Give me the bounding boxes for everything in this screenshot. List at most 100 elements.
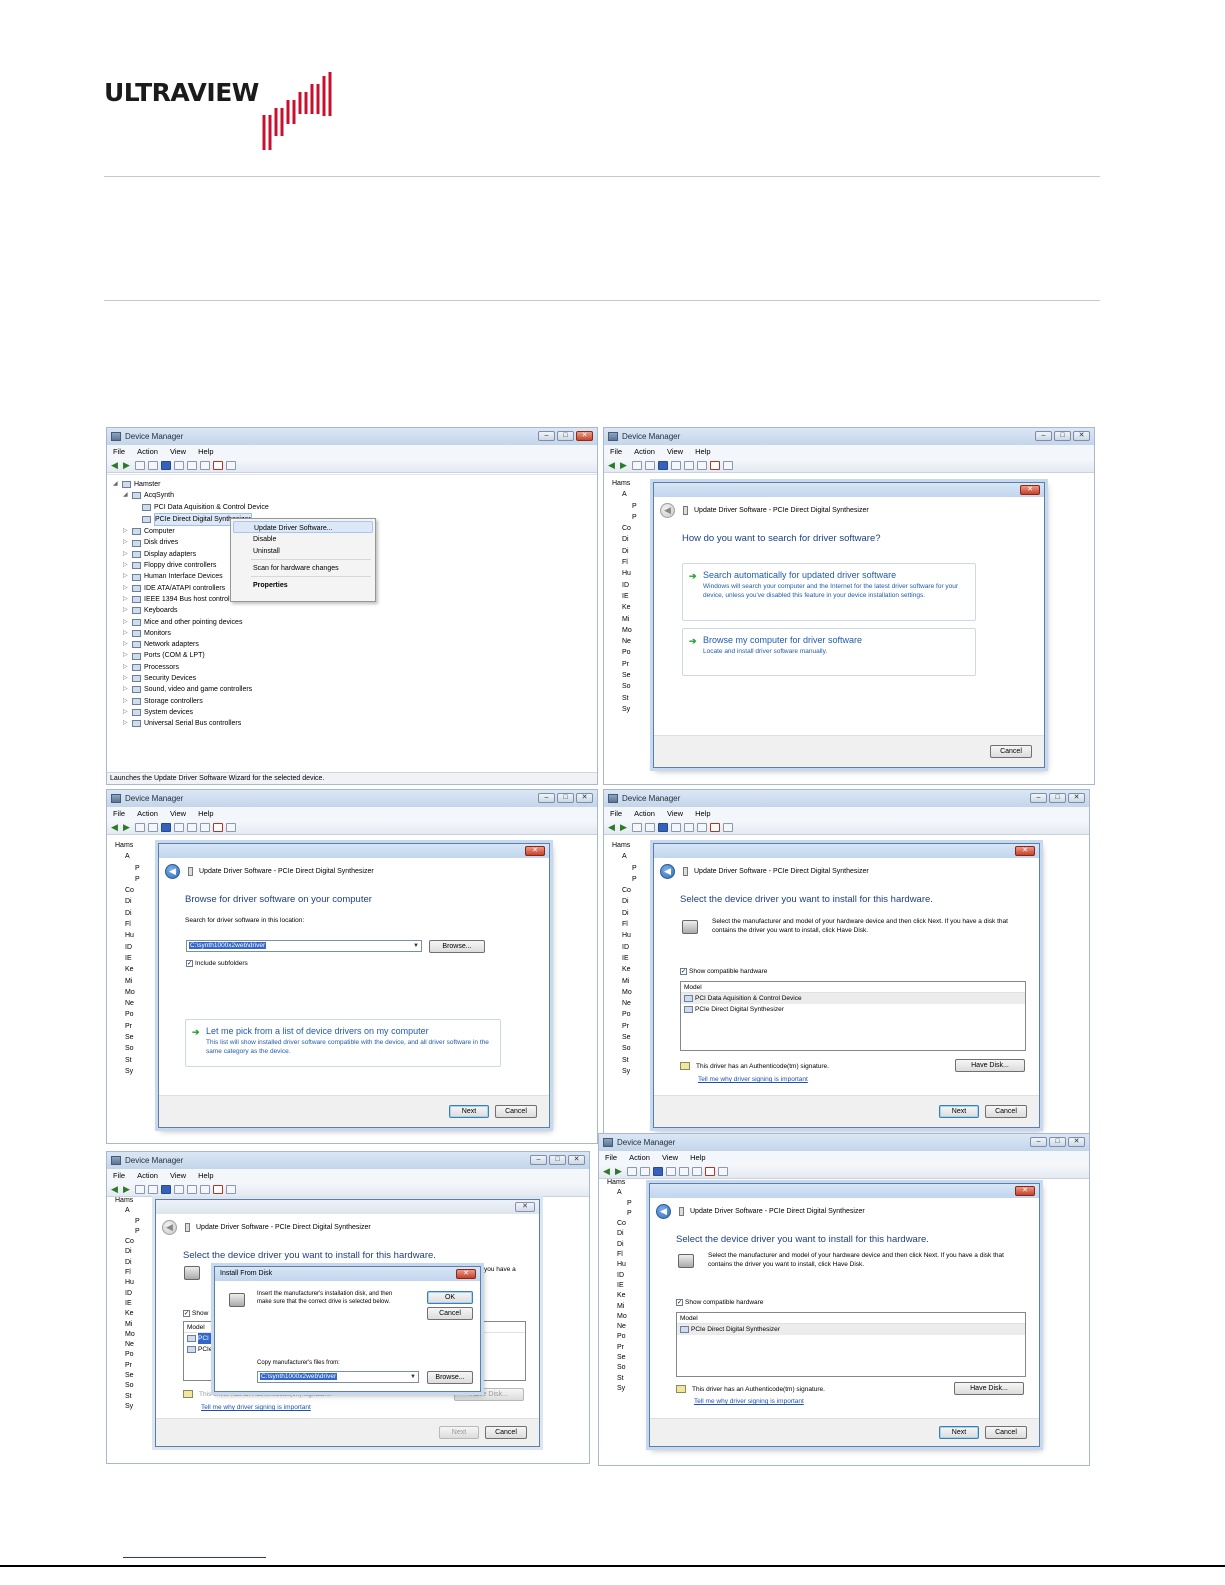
menu-bar: File Action View Help <box>107 445 597 458</box>
disable-icon[interactable] <box>226 460 236 470</box>
update-driver-icon[interactable] <box>200 460 210 470</box>
close-button[interactable]: ✕ <box>576 431 593 441</box>
list-item[interactable]: PCIe Direct Digital Synthesizer <box>681 1004 1025 1015</box>
list-item[interactable]: PCIe Direct Digital Synthesizer <box>677 1324 1025 1335</box>
toolbar: ◀ ▶ <box>107 458 597 473</box>
usb-device-icon <box>188 866 193 876</box>
menu-separator <box>251 559 371 560</box>
uninstall-icon[interactable] <box>213 460 223 470</box>
device-tree-partial: Hams A P P Co Di Di Fl Hu ID IE Ke Mi Mo Ne Po Pr Se So St S… <box>115 842 140 1075</box>
option-browse-computer[interactable]: ➔ Browse my computer for driver software L… <box>682 628 976 676</box>
checkbox-checked[interactable]: ✓ <box>186 960 193 967</box>
cancel-button[interactable]: Cancel <box>427 1307 473 1320</box>
close-button[interactable]: ✕ <box>1015 846 1035 856</box>
close-button[interactable]: ✕ <box>1073 431 1090 441</box>
maximize-button[interactable]: □ <box>1054 431 1071 441</box>
browse-button[interactable]: Browse... <box>427 1371 473 1384</box>
ok-button[interactable]: OK <box>427 1291 473 1304</box>
close-button[interactable]: ✕ <box>456 1269 476 1279</box>
update-driver-dialog-search: ✕ ◀ Update Driver Software - PCIe Direct … <box>653 482 1045 768</box>
show-compatible-hardware[interactable]: ✓ Show compatible hardware <box>676 1299 763 1308</box>
title-bar: Device Manager ‒ □ ✕ <box>107 428 597 445</box>
maximize-button[interactable]: □ <box>557 431 574 441</box>
tree-root[interactable]: ◢ Hamster <box>113 479 591 490</box>
driver-path-combo[interactable]: C:\synth1000x2web\driver ▼ <box>186 940 422 952</box>
column-header-model[interactable]: Model <box>681 982 1025 993</box>
menu-item-disable[interactable]: Disable <box>233 533 373 545</box>
device-icon <box>142 516 151 524</box>
forward-arrow-icon[interactable]: ▶ <box>123 460 132 470</box>
help-icon[interactable] <box>161 460 171 470</box>
option-search-automatically[interactable]: ➔ Search automatically for updated driver… <box>682 563 976 621</box>
close-button[interactable]: ✕ <box>1015 1186 1035 1196</box>
cancel-button[interactable]: Cancel <box>985 1105 1027 1118</box>
tree-item[interactable]: ▷ Monitors <box>123 628 591 639</box>
usb-device-icon <box>185 1222 190 1232</box>
logo-signal-icon <box>262 72 332 150</box>
menu-item-update-driver[interactable]: Update Driver Software... <box>233 521 373 533</box>
select-description: Select the manufacturer and model of you… <box>712 918 1008 934</box>
copy-from-combo[interactable]: C:\synth1000x2web\driver ▼ <box>257 1371 419 1383</box>
back-icon[interactable]: ◀ <box>660 863 675 879</box>
device-tree-partial: Hams A P P Co Di Di Fl Hu ID IE Ke Mi Mo Ne Po Pr Se So St S… <box>612 480 637 713</box>
back-icon[interactable]: ◀ <box>660 502 675 518</box>
close-button[interactable]: ✕ <box>515 1202 535 1212</box>
close-button[interactable]: ✕ <box>1020 485 1040 495</box>
logo-wordmark: ULTRAVIEW <box>104 78 259 107</box>
menu-item-uninstall[interactable]: Uninstall <box>233 545 373 557</box>
tree-item[interactable]: ▷ Processors <box>123 662 591 673</box>
menu-action[interactable]: Action <box>137 447 158 456</box>
tree-item[interactable]: ▷ Security Devices <box>123 673 591 684</box>
menu-file[interactable]: File <box>113 447 125 456</box>
footer-link-underline[interactable] <box>123 1557 266 1558</box>
tree-item[interactable]: ▷ Mice and other pointing devices <box>123 617 591 628</box>
include-subfolders[interactable]: ✓ Include subfolders <box>186 960 248 969</box>
cancel-button[interactable]: Cancel <box>990 745 1032 758</box>
menu-item-properties[interactable]: Properties <box>233 579 373 591</box>
driver-signing-link[interactable]: Tell me why driver signing is important <box>694 1398 804 1405</box>
device-icon <box>684 995 693 1002</box>
driver-signing-link[interactable]: Tell me why driver signing is important <box>698 1076 808 1083</box>
tree-item[interactable]: ▷ Ports (COM & LPT) <box>123 650 591 661</box>
grid-icon[interactable] <box>174 460 184 470</box>
tree-item[interactable]: ▷ Keyboards <box>123 605 591 616</box>
checkbox-checked[interactable]: ✓ <box>676 1299 683 1306</box>
tree-item[interactable]: ▷ System devices <box>123 707 591 718</box>
option-pick-from-list[interactable]: ➔ Let me pick from a list of device drive… <box>185 1019 501 1067</box>
cancel-button[interactable]: Cancel <box>495 1105 537 1118</box>
scan-hardware-icon[interactable] <box>187 460 197 470</box>
have-disk-button[interactable]: Have Disk... <box>955 1059 1025 1072</box>
tree-item-pci-daq[interactable]: PCI Data Aquisition & Control Device <box>133 502 591 513</box>
view-icon[interactable] <box>148 460 158 470</box>
menu-view[interactable]: View <box>170 447 186 456</box>
tree-item-acqsynth[interactable]: ◢ AcqSynth <box>123 490 591 501</box>
tree-item[interactable]: ▷ Network adapters <box>123 639 591 650</box>
dialog-heading: Select the device driver you want to ins… <box>680 894 933 905</box>
minimize-button[interactable]: ‒ <box>538 431 555 441</box>
next-button[interactable]: Next <box>449 1105 489 1118</box>
show-compatible-hardware[interactable]: ✓ Show compatible hardware <box>680 968 767 977</box>
dialog-footer: Cancel <box>654 735 1044 767</box>
minimize-button[interactable]: ‒ <box>1035 431 1052 441</box>
close-button[interactable]: ✕ <box>525 846 545 856</box>
back-arrow-icon[interactable]: ◀ <box>111 460 120 470</box>
tree-item[interactable]: ▷ Sound, video and game controllers <box>123 684 591 695</box>
properties-icon[interactable] <box>135 460 145 470</box>
ultraview-logo: ULTRAVIEW <box>104 70 354 155</box>
back-icon[interactable]: ◀ <box>656 1203 671 1219</box>
next-button[interactable]: Next <box>939 1426 979 1439</box>
tree-item[interactable]: ▷ Storage controllers <box>123 696 591 707</box>
back-icon[interactable]: ◀ <box>162 1219 177 1235</box>
browse-button[interactable]: Browse... <box>429 940 485 953</box>
list-item[interactable]: PCI Data Aquisition & Control Device <box>681 993 1025 1004</box>
tree-item[interactable]: ▷ Universal Serial Bus controllers <box>123 718 591 729</box>
cancel-button[interactable]: Cancel <box>985 1426 1027 1439</box>
menu-help[interactable]: Help <box>198 447 213 456</box>
checkbox-checked[interactable]: ✓ <box>680 968 687 975</box>
column-header-model[interactable]: Model <box>677 1313 1025 1324</box>
have-disk-button[interactable]: Have Disk... <box>954 1382 1024 1395</box>
next-button[interactable]: Next <box>939 1105 979 1118</box>
back-icon[interactable]: ◀ <box>165 863 180 879</box>
driver-signing-link[interactable]: Tell me why driver signing is important <box>201 1404 311 1411</box>
menu-item-scan[interactable]: Scan for hardware changes <box>233 562 373 574</box>
